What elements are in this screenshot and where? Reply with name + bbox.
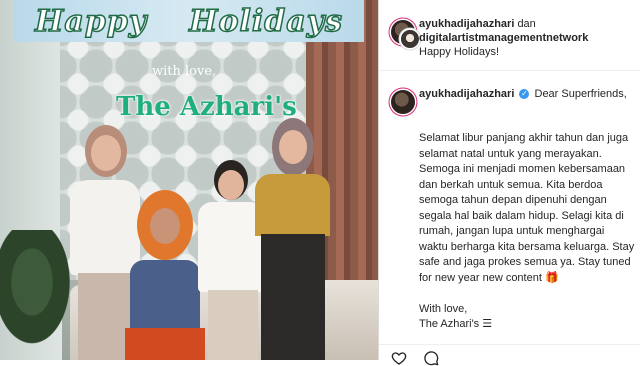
- caption-greeting: Dear Superfriends,: [534, 88, 627, 100]
- caption-username[interactable]: ayukhadijahazhari: [419, 88, 514, 100]
- caption-area: ayukhadijahazhari ✓ Dear Superfriends, S…: [379, 82, 640, 344]
- caption-signature: The Azhari's ☰: [419, 318, 493, 330]
- collaborator-avatar[interactable]: [401, 30, 419, 48]
- with-love-text: with love,: [152, 64, 217, 79]
- caption-text: Selamat libur panjang akhir tahun dan ju…: [419, 132, 635, 284]
- comment-icon[interactable]: [423, 350, 439, 366]
- caption-avatar[interactable]: [391, 90, 415, 114]
- banner-word-holidays: Holidays: [188, 3, 344, 40]
- banner-word-happy: Happy: [34, 3, 148, 40]
- plant: [0, 230, 80, 360]
- post-photo[interactable]: Happy Holidays with love, The Azhari's: [0, 0, 378, 360]
- person-center-woman: [125, 190, 205, 360]
- family-name-text: The Azhari's: [116, 92, 297, 122]
- greeting-banner: Happy Holidays: [14, 0, 364, 42]
- author-username[interactable]: ayukhadijahazhari: [419, 18, 514, 30]
- caption-header: ayukhadijahazhari ✓ Dear Superfriends,: [419, 87, 637, 102]
- collaborator-username[interactable]: digitalartistmanagementnetwork: [419, 32, 588, 44]
- post-header-text: ayukhadijahazhari dan digitalartistmanag…: [419, 17, 635, 59]
- heart-icon[interactable]: [391, 350, 407, 366]
- action-bar: [379, 344, 640, 366]
- post-subtitle: Happy Holidays!: [419, 46, 500, 58]
- author-connector: dan: [517, 18, 536, 30]
- person-right-girl: [255, 118, 330, 360]
- verified-badge-icon: ✓: [519, 89, 530, 100]
- caption-body: Selamat libur panjang akhir tahun dan ju…: [419, 131, 635, 333]
- caption-signoff: With love,: [419, 302, 468, 315]
- post-header: ayukhadijahazhari dan digitalartistmanag…: [379, 0, 640, 71]
- post-panel: ayukhadijahazhari dan digitalartistmanag…: [378, 0, 640, 366]
